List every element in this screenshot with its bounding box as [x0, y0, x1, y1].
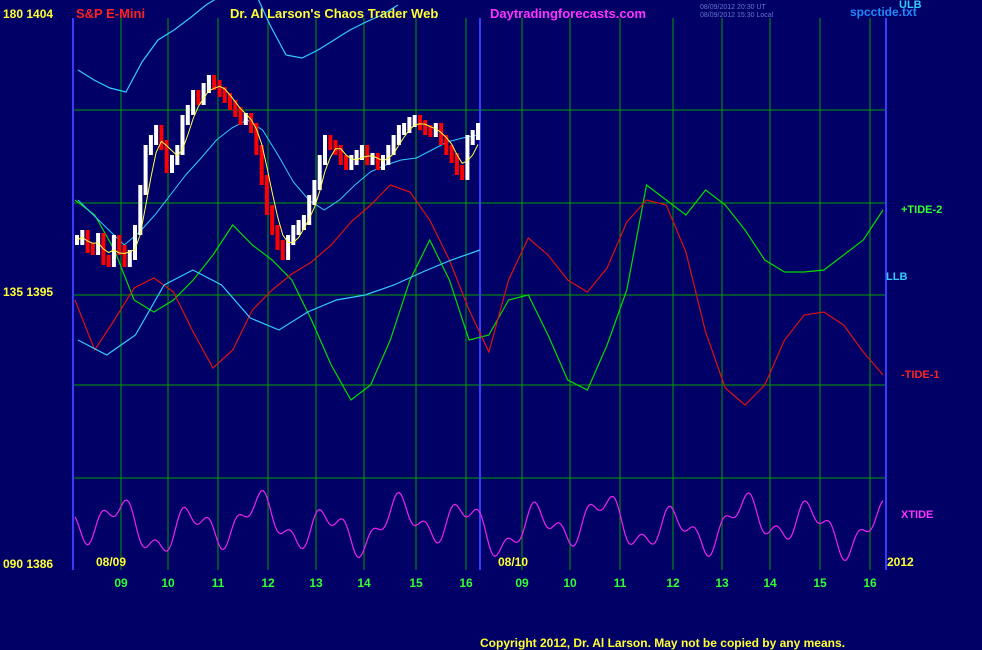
price-bar	[143, 145, 148, 195]
scale-bottom-label: 090 1386	[3, 557, 53, 571]
tide2-label: +TIDE-2	[901, 204, 942, 216]
price-bar	[386, 145, 391, 165]
price-bar	[159, 125, 164, 150]
price-bar	[270, 205, 275, 235]
price-bar	[338, 145, 343, 165]
price-bar	[460, 165, 465, 180]
x-tick-labels: 09 10 11 12 13 14 15 16 09 10 11 12 13 14 15 16	[114, 576, 877, 590]
copyright-notice: Copyright 2012, Dr. Al Larson. May not b…	[480, 636, 845, 650]
price-bar	[275, 225, 280, 250]
price-bar	[201, 83, 206, 105]
price-bar	[106, 255, 111, 267]
price-bar	[286, 235, 291, 260]
price-bar	[344, 155, 349, 170]
price-bar	[323, 135, 327, 165]
price-bar	[196, 90, 201, 105]
tide1-label: -TIDE-1	[901, 369, 940, 381]
llb-label: LLB	[886, 271, 907, 283]
price-bar	[217, 80, 222, 97]
x-tick-label: 09	[114, 576, 128, 590]
scale-top-label: 180 1404	[3, 7, 53, 21]
x-tick-label: 16	[459, 576, 473, 590]
x-tick-label: 14	[763, 576, 777, 590]
price-bar	[122, 245, 127, 267]
price-bar	[465, 135, 470, 180]
x-tick-label: 16	[863, 576, 877, 590]
price-bar	[354, 150, 359, 165]
price-bar	[312, 180, 317, 205]
price-bar	[328, 135, 333, 150]
price-bar	[185, 105, 190, 125]
x-tick-label: 09	[515, 576, 529, 590]
scale-mid-label: 135 1395	[3, 285, 53, 299]
site-label: Daytradingforecasts.com	[490, 6, 646, 21]
x-tick-label: 13	[309, 576, 323, 590]
price-bar	[264, 175, 269, 215]
tide-chart: S&P E-Mini Dr. Al Larson's Chaos Trader …	[3, 0, 942, 650]
price-bar	[154, 125, 159, 145]
x-tick-label: 10	[563, 576, 577, 590]
x-tick-label: 15	[409, 576, 423, 590]
price-bar	[476, 123, 480, 140]
x-tick-label: 12	[261, 576, 275, 590]
xtide-label: XTIDE	[901, 509, 933, 521]
chart-title: Dr. Al Larson's Chaos Trader Web	[230, 6, 438, 21]
price-bar	[333, 140, 338, 155]
price-bar	[470, 130, 475, 145]
price-bar	[280, 240, 285, 260]
x-tick-label: 11	[614, 576, 627, 590]
x-tick-label: 14	[357, 576, 371, 590]
x-tick-label: 11	[212, 576, 225, 590]
year-label: 2012	[887, 555, 914, 569]
ulb-label: ULB	[899, 0, 922, 11]
price-bar	[148, 135, 153, 155]
x-tick-label: 15	[813, 576, 827, 590]
price-bar	[402, 123, 407, 135]
price-bar	[296, 220, 301, 235]
price-bar	[381, 155, 385, 170]
price-bar	[191, 90, 196, 115]
price-bar	[90, 243, 95, 255]
price-bar	[418, 115, 422, 130]
x-tick-label: 10	[161, 576, 175, 590]
price-bar	[375, 153, 380, 170]
date-label-day2: 08/10	[498, 555, 528, 569]
price-bar	[170, 155, 174, 173]
date-label-day1: 08/09	[96, 555, 126, 569]
x-tick-label: 12	[666, 576, 680, 590]
price-bar	[365, 145, 370, 165]
price-bar	[133, 225, 137, 260]
symbol-label: S&P E-Mini	[76, 6, 145, 21]
x-tick-label: 13	[715, 576, 729, 590]
price-bar	[370, 153, 375, 165]
price-bar	[423, 120, 428, 135]
timestamp-ut: 08/09/2012 20:30 UT	[700, 4, 766, 11]
price-bar	[254, 123, 259, 155]
timestamp-local: 08/09/2012 15:30 Local	[700, 12, 774, 19]
